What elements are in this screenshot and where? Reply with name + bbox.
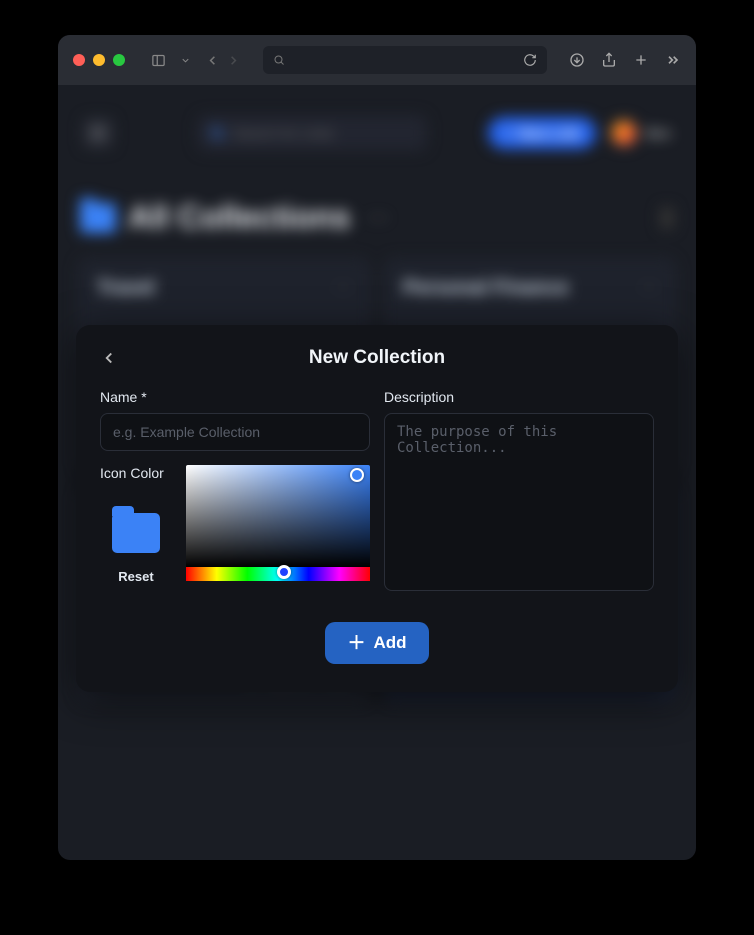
share-icon[interactable] <box>601 52 617 68</box>
saturation-handle[interactable] <box>350 468 364 482</box>
page-more-button[interactable]: ⋯ <box>368 205 388 230</box>
overflow-icon[interactable] <box>665 52 681 68</box>
search-icon <box>209 125 225 141</box>
new-collection-modal: New Collection Name * Icon Color Reset <box>76 325 678 692</box>
reset-button[interactable]: Reset <box>118 569 153 584</box>
info-button[interactable] <box>660 207 674 229</box>
sidebar-icon[interactable] <box>151 53 166 68</box>
folder-icon <box>80 203 116 233</box>
titlebar-actions <box>569 52 681 68</box>
username: Ben <box>646 125 671 141</box>
traffic-lights <box>73 54 125 66</box>
name-label: Name * <box>100 389 370 405</box>
plus-icon: ＋ <box>347 634 365 652</box>
window-minimize-button[interactable] <box>93 54 105 66</box>
search-placeholder: Search for Links <box>233 125 334 141</box>
refresh-icon[interactable] <box>523 53 537 67</box>
new-link-label: New Link <box>519 125 580 141</box>
page-title-row: All Collections ⋯ <box>78 199 676 236</box>
name-input[interactable] <box>100 413 370 451</box>
card-more-button[interactable]: ⋯ <box>641 277 657 297</box>
search-icon <box>273 54 285 66</box>
user-menu[interactable]: Ben <box>610 119 671 147</box>
name-field-group: Name * Icon Color Reset <box>100 389 370 596</box>
plus-icon: + <box>504 125 512 141</box>
folder-color-preview <box>112 513 160 553</box>
back-button[interactable] <box>100 349 118 367</box>
hue-slider[interactable] <box>186 567 370 581</box>
url-bar[interactable] <box>263 46 547 74</box>
search-input[interactable]: Search for Links <box>197 115 427 151</box>
download-icon[interactable] <box>569 52 585 68</box>
saturation-picker[interactable] <box>186 465 370 567</box>
add-button[interactable]: ＋ Add <box>325 622 428 664</box>
menu-button[interactable] <box>83 118 113 148</box>
card-more-button[interactable]: ⋯ <box>335 277 351 297</box>
nav-forward-button[interactable] <box>226 53 241 68</box>
window-maximize-button[interactable] <box>113 54 125 66</box>
icon-color-label: Icon Color <box>100 465 164 481</box>
description-field-group: Description <box>384 389 654 596</box>
menu-icon <box>90 125 106 141</box>
titlebar <box>58 35 696 85</box>
description-input[interactable] <box>384 413 654 591</box>
collection-name: Travel <box>97 277 351 300</box>
description-label: Description <box>384 389 654 405</box>
chevron-down-icon[interactable] <box>180 53 191 68</box>
new-link-button[interactable]: + New Link <box>488 117 596 149</box>
browser-window: Search for Links + New Link Ben All Coll… <box>58 35 696 860</box>
window-close-button[interactable] <box>73 54 85 66</box>
modal-title: New Collection <box>309 347 445 369</box>
titlebar-icons <box>151 53 241 68</box>
hue-handle[interactable] <box>277 565 291 579</box>
new-tab-icon[interactable] <box>633 52 649 68</box>
add-label: Add <box>373 633 406 653</box>
collection-name: Personal Finance <box>403 277 657 300</box>
avatar <box>610 119 638 147</box>
nav-back-button[interactable] <box>205 53 220 68</box>
page-title: All Collections <box>128 199 350 236</box>
color-picker <box>186 465 370 581</box>
